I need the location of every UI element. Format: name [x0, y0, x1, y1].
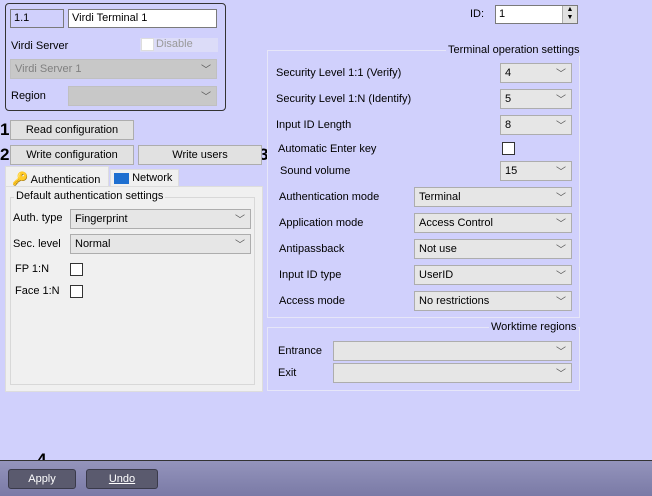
server-value: Virdi Server 1 [15, 63, 82, 75]
face-1n-label: Face 1:N [15, 285, 60, 297]
id-spinner[interactable]: 1 ▲ ▼ [495, 5, 578, 24]
chevron-down-icon: ﹀ [556, 347, 566, 358]
antipassback-label: Antipassback [279, 243, 345, 255]
server-label: Virdi Server [11, 40, 69, 52]
sound-volume-label: Sound volume [280, 165, 351, 177]
chevron-down-icon: ﹀ [235, 240, 245, 251]
marker-1: 1 [0, 120, 10, 139]
fp-1n-checkbox[interactable] [70, 263, 83, 276]
value: UserID [419, 269, 454, 281]
tab-authentication-label: Authentication [30, 174, 101, 186]
region-select[interactable]: ﹀ [68, 86, 217, 106]
face-1n-checkbox[interactable] [70, 285, 83, 298]
disable-checkbox[interactable]: Disable [140, 38, 218, 52]
tab-network[interactable]: Network [110, 169, 179, 187]
sec-level-select[interactable]: Normal ﹀ [70, 234, 251, 254]
input-id-type-label: Input ID type [279, 269, 342, 281]
automatic-enter-key-checkbox[interactable] [502, 142, 515, 155]
entrance-label: Entrance [278, 345, 323, 357]
auth-type-label: Auth. type [13, 212, 63, 224]
value: 15 [505, 165, 518, 177]
sec-level-label: Sec. level [13, 238, 61, 250]
terminal-name-field[interactable]: Virdi Terminal 1 [68, 9, 217, 28]
exit-select[interactable]: ﹀ [333, 363, 572, 383]
antipassback-select[interactable]: Not use ﹀ [414, 239, 572, 259]
security-level-identify-label: Security Level 1:N (Identify) [276, 93, 412, 105]
access-mode-select[interactable]: No restrictions ﹀ [414, 291, 572, 311]
terminal-number-field[interactable]: 1.1 [10, 9, 64, 28]
auth-type-value: Fingerprint [75, 213, 128, 225]
chevron-down-icon: ﹀ [201, 92, 211, 103]
value: Not use [419, 243, 457, 255]
apply-button[interactable]: Apply [8, 469, 76, 489]
chevron-down-icon: ﹀ [556, 193, 566, 204]
exit-label: Exit [278, 367, 297, 379]
worktime-title: Worktime regions [489, 321, 579, 333]
sec-level-value: Normal [75, 238, 111, 250]
chevron-down-icon: ﹀ [556, 95, 566, 106]
chevron-down-icon: ﹀ [556, 167, 566, 178]
marker-2: 2 [0, 145, 10, 164]
authentication-mode-label: Authentication mode [279, 191, 380, 203]
value: 5 [505, 93, 512, 105]
default-auth-group-title: Default authentication settings [14, 190, 166, 202]
value: No restrictions [419, 295, 490, 307]
tab-network-label: Network [132, 172, 173, 184]
network-icon [114, 172, 129, 184]
chevron-down-icon: ﹀ [235, 215, 245, 226]
id-value: 1 [499, 8, 506, 20]
spin-arrows-icon[interactable]: ▲ ▼ [562, 6, 577, 23]
application-mode-label: Application mode [279, 217, 364, 229]
security-level-verify-label: Security Level 1:1 (Verify) [276, 67, 402, 79]
value: 4 [505, 67, 512, 79]
chevron-down-icon: ﹀ [556, 369, 566, 380]
region-label: Region [11, 90, 46, 102]
chevron-down-icon: ﹀ [556, 69, 566, 80]
value: 8 [505, 119, 512, 131]
input-id-length-label: Input ID Length [276, 119, 352, 131]
chevron-down-icon: ﹀ [201, 65, 211, 76]
value: Terminal [419, 191, 461, 203]
auth-type-select[interactable]: Fingerprint ﹀ [70, 209, 251, 229]
write-users-button[interactable]: Write users [138, 145, 262, 165]
disable-label: Disable [156, 38, 193, 50]
entrance-select[interactable]: ﹀ [333, 341, 572, 361]
access-mode-label: Access mode [279, 295, 346, 307]
write-configuration-button[interactable]: Write configuration [10, 145, 134, 165]
key-icon: 🔑 [12, 171, 29, 186]
value: Access Control [419, 217, 493, 229]
fp-1n-label: FP 1:N [15, 263, 50, 275]
input-id-length-select[interactable]: 8 ﹀ [500, 115, 572, 135]
chevron-down-icon: ﹀ [556, 121, 566, 132]
input-id-type-select[interactable]: UserID ﹀ [414, 265, 572, 285]
security-level-verify-select[interactable]: 4 ﹀ [500, 63, 572, 83]
chevron-down-icon: ﹀ [556, 219, 566, 230]
application-mode-select[interactable]: Access Control ﹀ [414, 213, 572, 233]
security-level-identify-select[interactable]: 5 ﹀ [500, 89, 572, 109]
undo-button[interactable]: Undo [86, 469, 158, 489]
authentication-mode-select[interactable]: Terminal ﹀ [414, 187, 572, 207]
sound-volume-select[interactable]: 15 ﹀ [500, 161, 572, 181]
tab-authentication[interactable]: 🔑 Authentication [5, 166, 109, 187]
automatic-enter-key-label: Automatic Enter key [278, 143, 377, 155]
chevron-down-icon: ﹀ [556, 271, 566, 282]
terminal-settings-title: Terminal operation settings [446, 44, 582, 56]
chevron-down-icon: ﹀ [556, 245, 566, 256]
read-configuration-button[interactable]: Read configuration [10, 120, 134, 140]
chevron-down-icon: ﹀ [556, 297, 566, 308]
server-select[interactable]: Virdi Server 1 ﹀ [10, 59, 217, 79]
disable-checkbox-box [141, 38, 154, 51]
id-label: ID: [470, 8, 485, 20]
